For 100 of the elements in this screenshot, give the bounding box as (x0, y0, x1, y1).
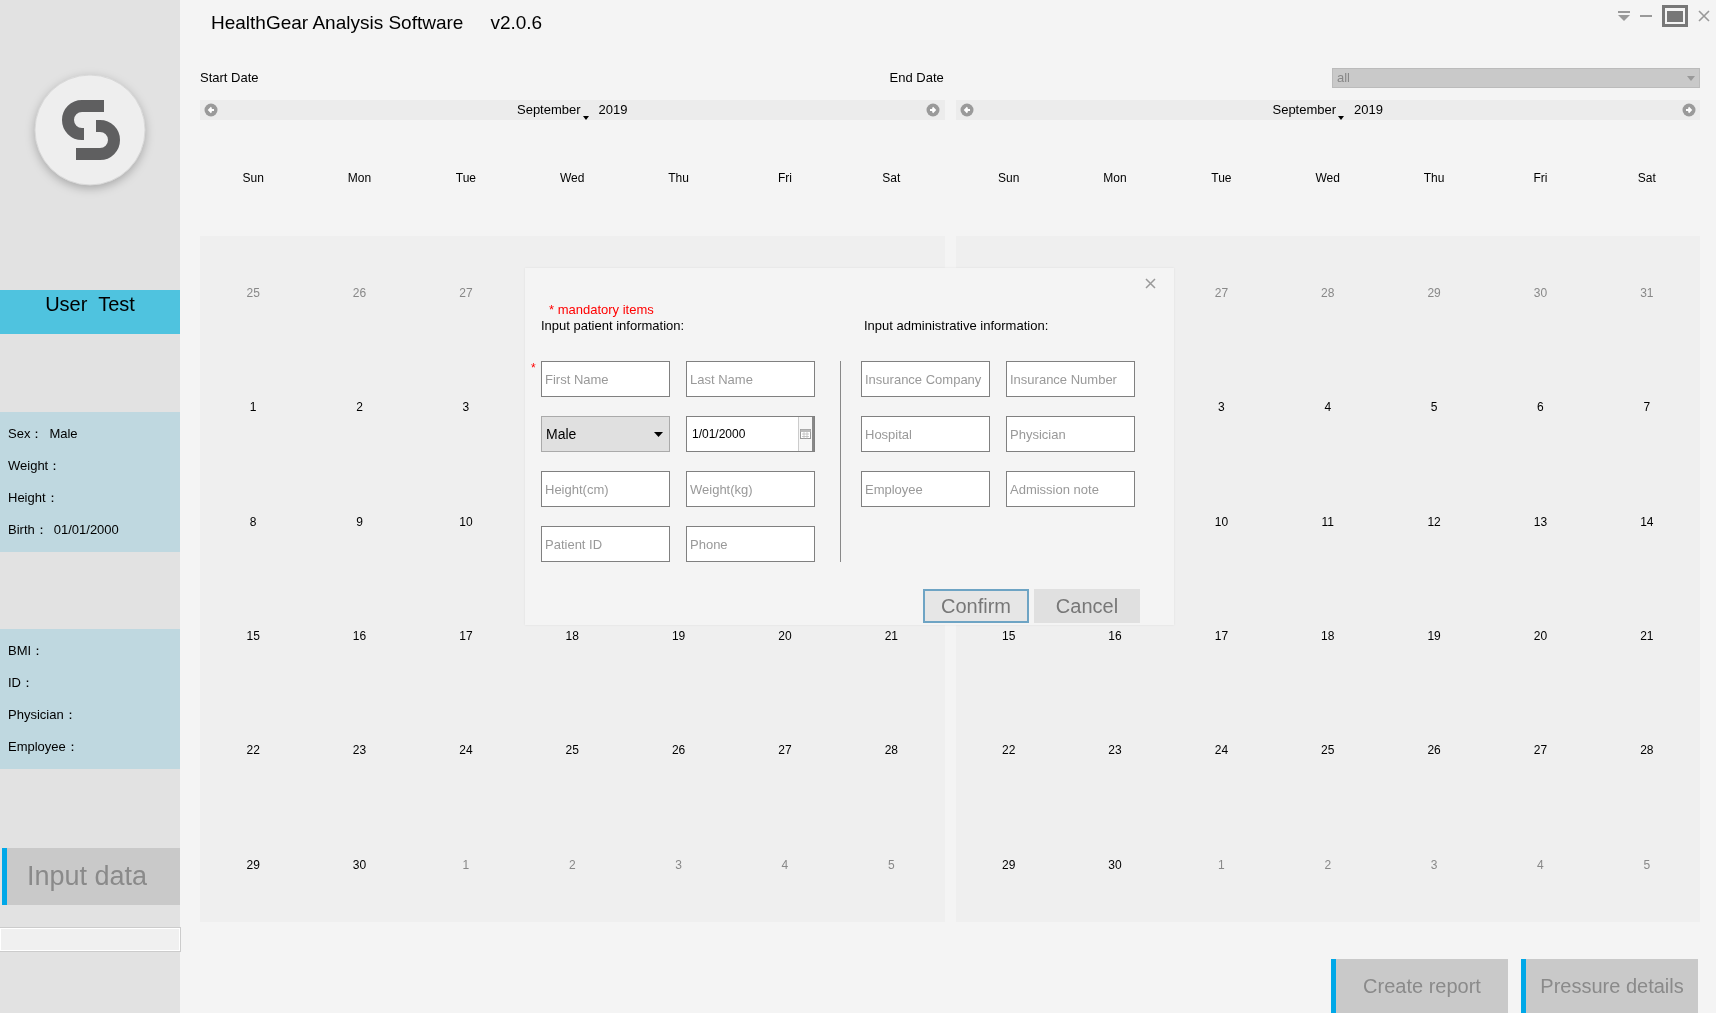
input-field[interactable]: Height(cm) (541, 471, 670, 507)
calendar-day[interactable]: 15 (246, 623, 260, 644)
calendar-day[interactable]: 10 (459, 508, 473, 529)
calendar-day[interactable]: 26 (1427, 737, 1441, 758)
calendar-day[interactable]: 3 (1218, 394, 1225, 415)
input-field[interactable]: Phone (686, 526, 815, 562)
calendar-day[interactable]: 18 (1321, 623, 1335, 644)
calendar-day[interactable]: 28 (884, 737, 898, 758)
calendar-day[interactable]: 27 (1533, 737, 1548, 758)
calendar-icon[interactable] (800, 429, 811, 439)
input-field[interactable]: Patient ID (541, 526, 670, 562)
calendar-day[interactable]: 3 (462, 394, 470, 415)
mandatory-note: * mandatory items (549, 302, 655, 318)
weekday-label: Mon (347, 171, 372, 185)
calendar-day[interactable]: 7 (1643, 394, 1651, 415)
year-label[interactable]: 2019 (1354, 100, 1383, 120)
calendar-day[interactable]: 19 (1427, 623, 1441, 644)
close-icon[interactable] (1145, 278, 1156, 289)
calendar-day[interactable]: 1 (249, 394, 257, 415)
input-field[interactable]: Admission note (1006, 471, 1135, 507)
calendar-day[interactable]: 29 (246, 851, 260, 872)
calendar-day[interactable]: 19 (671, 623, 686, 644)
month-label[interactable]: September (517, 100, 581, 120)
input-field[interactable]: Physician (1006, 416, 1135, 452)
info-label: Sex： (8, 425, 44, 444)
input-field[interactable]: Hospital (861, 416, 990, 452)
previous-month-icon[interactable] (959, 103, 974, 117)
calendar-day[interactable]: 30 (352, 851, 367, 872)
input-field[interactable]: Employee (861, 471, 990, 507)
next-month-icon[interactable] (1682, 103, 1696, 117)
calendar-day[interactable]: 13 (1533, 508, 1548, 529)
info-label: Employee： (8, 738, 79, 757)
calendar-day[interactable]: 23 (1108, 737, 1122, 758)
weekday-label: Wed (1315, 171, 1340, 185)
input-field[interactable]: Insurance Number (1006, 361, 1135, 397)
calendar-day[interactable]: 22 (1002, 737, 1016, 758)
calendar-day[interactable]: 14 (1640, 508, 1654, 529)
calendar-day[interactable]: 16 (1108, 623, 1122, 644)
calendar-day[interactable]: 17 (459, 623, 473, 644)
info-value: 01/01/2000 (53, 521, 119, 540)
calendar-day[interactable]: 25 (565, 737, 579, 758)
calendar-day[interactable]: 29 (1002, 851, 1016, 872)
calendar-day[interactable]: 11 (1321, 508, 1334, 529)
calendar-day[interactable]: 8 (249, 508, 257, 529)
calendar-day[interactable]: 20 (1533, 623, 1548, 644)
calendar-day[interactable]: 12 (1427, 508, 1441, 529)
calendar-day[interactable]: 22 (246, 737, 260, 758)
calendar-day[interactable]: 24 (459, 737, 473, 758)
calendar-day[interactable]: 6 (1537, 394, 1544, 415)
info-label: ID： (8, 674, 34, 693)
weekday-label: Sat (882, 171, 901, 185)
caret-icon[interactable] (1338, 115, 1345, 120)
info-label: Physician： (8, 706, 77, 725)
calendar-day[interactable]: 9 (356, 508, 363, 529)
previous-month-icon[interactable] (204, 103, 218, 117)
next-month-icon[interactable] (926, 103, 941, 117)
calendar-day[interactable]: 17 (1214, 623, 1229, 644)
info-label: Height： (8, 489, 59, 508)
close-icon[interactable] (1698, 10, 1710, 22)
weekday-label: Mon (1103, 171, 1127, 185)
calendar-day[interactable]: 2 (356, 394, 363, 415)
caret-icon (654, 431, 663, 437)
year-label[interactable]: 2019 (598, 100, 628, 120)
calendar-day[interactable]: 24 (1214, 737, 1229, 758)
calendar-day[interactable]: 10 (1214, 508, 1229, 529)
calendar-day[interactable]: 21 (884, 623, 898, 644)
date-field[interactable]: 1/01/2000 (686, 416, 815, 452)
sex-dropdown[interactable]: Male (541, 416, 670, 452)
info-label: BMI： (8, 642, 45, 661)
calendar-day[interactable]: 23 (352, 737, 367, 758)
calendar-day[interactable]: 21 (1640, 623, 1654, 644)
calendar-day[interactable]: 15 (1002, 623, 1016, 644)
dialog-button[interactable]: Confirm (923, 589, 1029, 623)
calendar-day[interactable]: 16 (352, 623, 367, 644)
caret-icon[interactable] (582, 115, 589, 120)
weekday-label: Tue (455, 171, 476, 185)
input-field[interactable]: Insurance Company (861, 361, 990, 397)
calendar-day[interactable]: 27 (778, 737, 792, 758)
calendar-day[interactable]: 25 (1321, 737, 1335, 758)
calendar-day[interactable]: 18 (565, 623, 579, 644)
dropdown-icon[interactable] (1618, 11, 1630, 21)
weekday-label: Sat (1637, 171, 1656, 185)
section-heading: Input administrative information: (864, 318, 1049, 334)
month-label[interactable]: September (1272, 100, 1337, 120)
input-field[interactable]: Weight(kg) (686, 471, 815, 507)
calendar-day[interactable]: 4 (1324, 394, 1332, 415)
minimize-icon[interactable] (1640, 14, 1652, 18)
calendar-day[interactable]: 20 (778, 623, 792, 644)
end-date-label: End Date (889, 69, 944, 88)
input-field[interactable]: First Name (541, 361, 670, 397)
calendar-day[interactable]: 5 (1430, 394, 1438, 415)
calendar-day[interactable]: 30 (1108, 851, 1122, 872)
weekday-label: Tue (1211, 171, 1232, 185)
calendar-day[interactable]: 26 (671, 737, 686, 758)
calendar-day[interactable]: 28 (1640, 737, 1654, 758)
weekday-label: Wed (560, 171, 585, 185)
input-field[interactable]: Last Name (686, 361, 815, 397)
required-mark: * (531, 360, 536, 377)
maximize-icon[interactable] (1662, 5, 1688, 27)
weekday-label: Thu (668, 171, 689, 185)
